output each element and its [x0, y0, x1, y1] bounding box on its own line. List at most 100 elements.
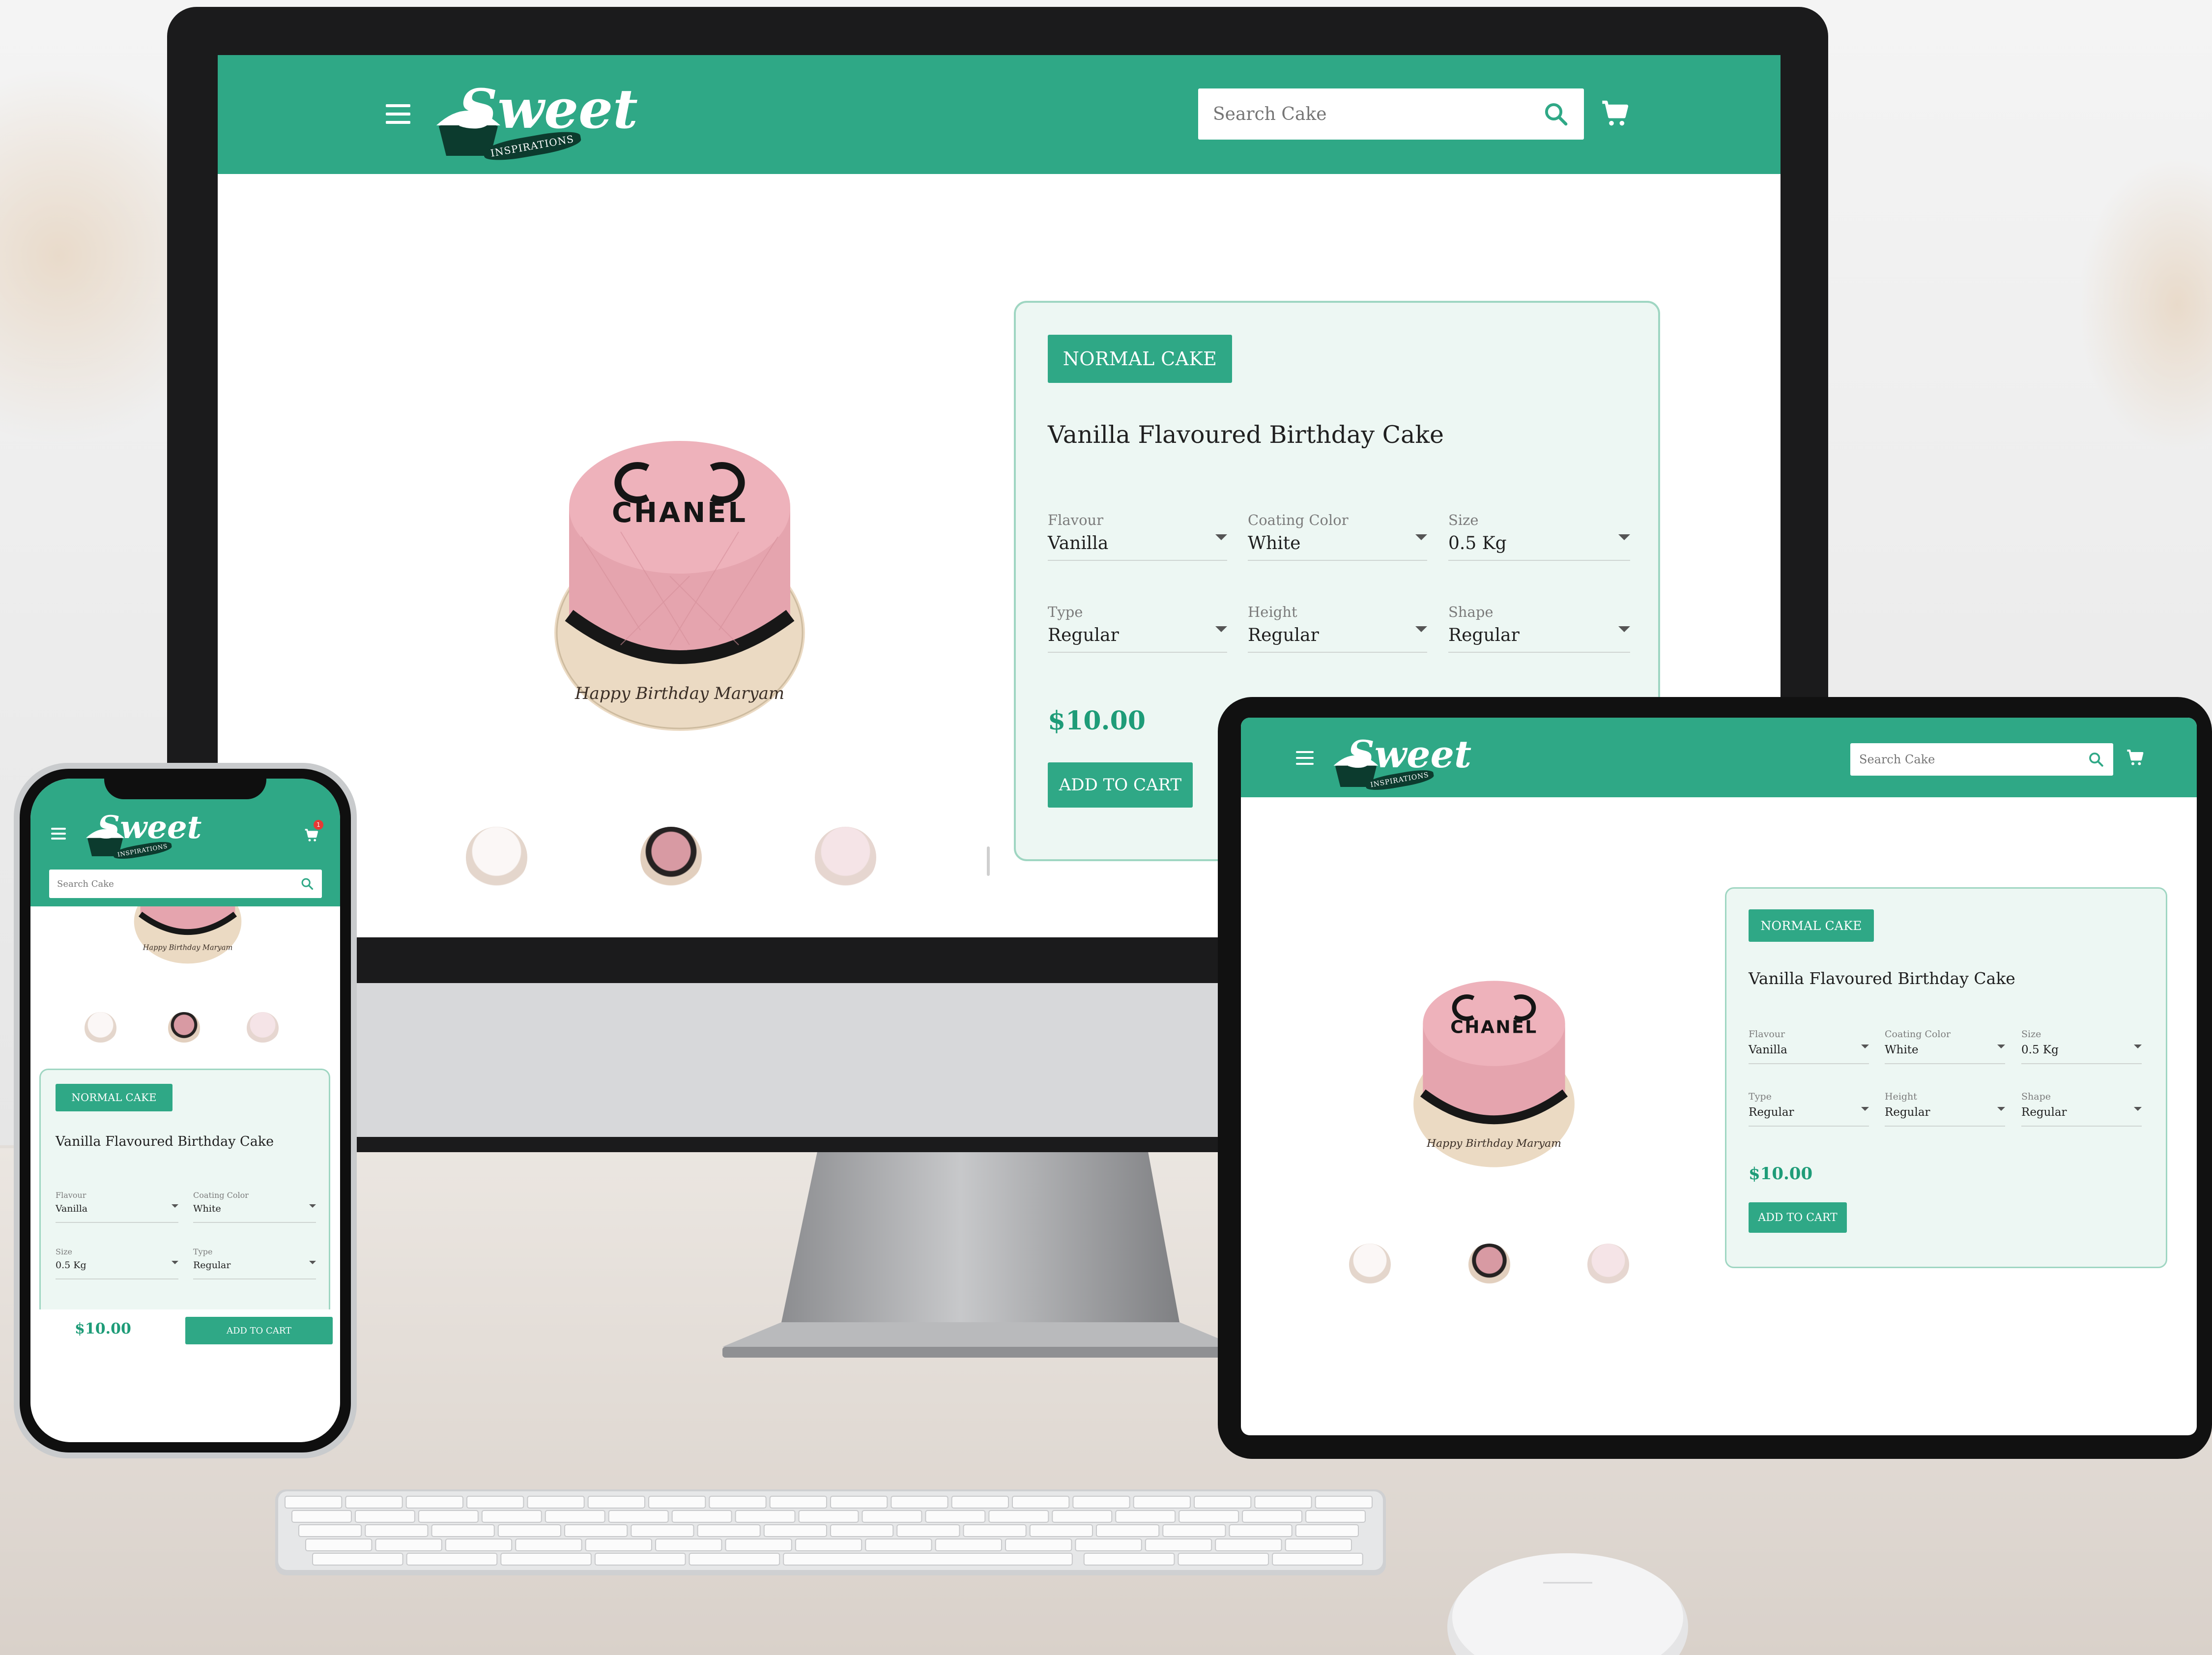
keyboard-key	[1083, 1553, 1175, 1566]
keyboard-key	[564, 1524, 628, 1537]
search-icon[interactable]	[300, 877, 314, 891]
white-cake-thumbnail[interactable]	[466, 827, 527, 888]
cake-writing: Happy Birthday Maryam	[1426, 1137, 1561, 1150]
keyboard-key	[1162, 1524, 1226, 1537]
keyboard-key	[375, 1539, 442, 1551]
monitor-stand	[722, 1135, 1238, 1358]
logo[interactable]: Sweet INSPIRATIONS	[80, 803, 201, 862]
caret-down-icon	[309, 1261, 316, 1264]
search-input[interactable]	[1859, 743, 2088, 776]
logo[interactable]: Sweet INSPIRATIONS	[1327, 725, 1471, 794]
keyboard-key	[769, 1496, 828, 1509]
logo[interactable]: Sweet INSPIRATIONS	[429, 67, 638, 166]
keyboard-key	[648, 1496, 706, 1509]
keyboard-key	[587, 1496, 646, 1509]
caret-down-icon	[1215, 626, 1227, 632]
caret-down-icon	[2134, 1107, 2142, 1111]
coating-color-dropdown[interactable]: Coating Color White	[1885, 1029, 2005, 1064]
chanel-cake-thumbnail[interactable]	[1468, 1244, 1510, 1285]
size-dropdown[interactable]: Size 0.5 Kg	[2021, 1029, 2142, 1064]
chanel-cake-thumbnail[interactable]	[640, 827, 702, 888]
product-card: NORMAL CAKE Vanilla Flavoured Birthday C…	[39, 1069, 330, 1309]
keyboard-key	[481, 1510, 542, 1523]
height-dropdown[interactable]: Height Regular	[1885, 1091, 2005, 1127]
phone-site: Sweet INSPIRATIONS 1 Happy Birthday Mary…	[30, 779, 340, 1442]
shopping-cart-icon[interactable]	[2126, 748, 2145, 768]
keyboard-key	[891, 1496, 948, 1509]
keyboard-key	[735, 1510, 796, 1523]
caret-down-icon	[2134, 1045, 2142, 1048]
keyboard-key	[312, 1553, 403, 1566]
keyboard-key	[830, 1496, 888, 1509]
shape-dropdown[interactable]: Shape Regular	[2021, 1091, 2142, 1127]
pink-cake-thumbnail[interactable]	[1587, 1244, 1629, 1285]
keyboard-key	[1295, 1524, 1359, 1537]
keyboard-key	[418, 1510, 479, 1523]
search-input[interactable]	[1213, 88, 1543, 140]
chanel-cake-thumbnail[interactable]	[168, 1012, 200, 1044]
flavour-dropdown[interactable]: Flavour Vanilla	[1048, 512, 1227, 561]
flavour-dropdown[interactable]: Flavour Vanilla	[1749, 1029, 1869, 1064]
keyboard-key	[1005, 1539, 1072, 1551]
logo-text: Sweet	[459, 77, 638, 141]
keyboard-key	[405, 1496, 463, 1509]
product-price: $10.00	[1749, 1164, 1813, 1184]
size-dropdown[interactable]: Size 0.5 Kg	[56, 1247, 178, 1279]
keyboard-key	[585, 1539, 652, 1551]
search-bar	[49, 870, 322, 898]
category-badge: NORMAL CAKE	[1048, 335, 1232, 383]
size-dropdown[interactable]: Size 0.5 Kg	[1448, 512, 1630, 561]
keyboard-key	[305, 1539, 373, 1551]
add-to-cart-button[interactable]: ADD TO CART	[1749, 1202, 1847, 1233]
keyboard-key	[951, 1496, 1009, 1509]
keyboard-key	[291, 1510, 352, 1523]
keyboard-key	[1096, 1524, 1160, 1537]
shopping-cart-icon[interactable]	[1600, 98, 1631, 130]
caret-down-icon	[1415, 626, 1427, 632]
header: Sweet INSPIRATIONS	[218, 55, 1781, 174]
white-cake-thumbnail[interactable]	[1349, 1244, 1391, 1285]
hamburger-menu-icon[interactable]	[1296, 751, 1314, 765]
keyboard-key	[1254, 1496, 1312, 1509]
keyboard-key	[515, 1539, 582, 1551]
keyboard-key	[783, 1553, 1073, 1566]
white-cake-thumbnail[interactable]	[85, 1012, 116, 1044]
keyboard-key	[1272, 1553, 1363, 1566]
keyboard-key	[1115, 1510, 1176, 1523]
keyboard-key	[830, 1524, 894, 1537]
keyboard-key	[1178, 1553, 1269, 1566]
search-input[interactable]	[57, 870, 300, 898]
keyboard-key	[689, 1553, 780, 1566]
keyboard-key	[285, 1496, 343, 1509]
type-dropdown[interactable]: Type Regular	[193, 1247, 316, 1279]
shape-dropdown[interactable]: Shape Regular	[1448, 604, 1630, 653]
hamburger-menu-icon[interactable]	[386, 104, 410, 124]
search-icon[interactable]	[1543, 101, 1569, 127]
caret-down-icon	[1415, 534, 1427, 540]
cake-main-image: CHANEL Happy Birthday Maryam	[1413, 981, 1575, 1167]
shopping-cart-icon[interactable]	[304, 828, 319, 843]
keyboard-key	[925, 1510, 986, 1523]
search-icon[interactable]	[2088, 751, 2104, 768]
keyboard	[275, 1489, 1386, 1575]
type-dropdown[interactable]: Type Regular	[1749, 1091, 1869, 1127]
keyboard-key	[1145, 1539, 1212, 1551]
cake-main-image: CHANEL Happy Birthday Maryam	[554, 441, 805, 731]
keyboard-key	[725, 1539, 792, 1551]
sticky-footer: $10.00 ADD TO CART	[30, 1309, 340, 1442]
keyboard-key	[1029, 1524, 1093, 1537]
caret-down-icon	[1861, 1045, 1869, 1048]
product-price: $10.00	[75, 1320, 131, 1337]
pink-cake-thumbnail[interactable]	[815, 827, 876, 888]
coating-color-dropdown[interactable]: Coating Color White	[1248, 512, 1427, 561]
type-dropdown[interactable]: Type Regular	[1048, 604, 1227, 653]
add-to-cart-button[interactable]: ADD TO CART	[1048, 762, 1193, 808]
flavour-dropdown[interactable]: Flavour Vanilla	[56, 1190, 178, 1223]
height-dropdown[interactable]: Height Regular	[1248, 604, 1427, 653]
add-to-cart-button[interactable]: ADD TO CART	[185, 1317, 333, 1344]
logo-text: Sweet	[97, 809, 202, 846]
keyboard-key	[798, 1510, 859, 1523]
coating-color-dropdown[interactable]: Coating Color White	[193, 1190, 316, 1223]
pink-cake-thumbnail[interactable]	[247, 1012, 279, 1044]
hamburger-menu-icon[interactable]	[51, 828, 66, 840]
